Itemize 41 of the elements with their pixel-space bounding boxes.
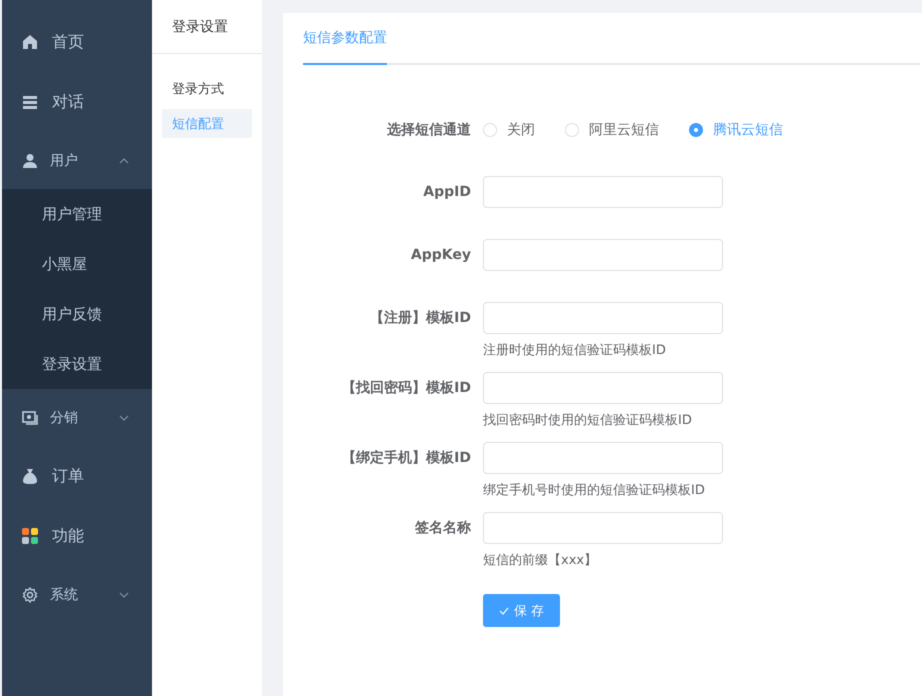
user-icon [22,152,38,168]
submenu-item[interactable]: 用户反馈 [2,289,152,339]
nav-title: 登录设置 [152,0,262,54]
settings-icon [22,586,38,602]
home-icon [22,34,38,50]
submenu-item[interactable]: 登录设置 [2,339,152,389]
input-field[interactable] [483,372,723,404]
help-text: 短信的前缀【xxx】 [483,552,598,570]
submenu-item[interactable]: 小黑屋 [2,239,152,289]
field-label: 【找回密码】模板ID [341,378,472,398]
sidebar-item[interactable]: 订单 [2,446,152,506]
input-field[interactable] [483,512,723,544]
help-text: 注册时使用的短信验证码模板ID [483,342,667,360]
money-bag-icon [22,468,38,484]
field-label: AppID [422,183,472,202]
check-icon [498,606,509,614]
input-field[interactable] [483,442,723,474]
field-label: 【注册】模板ID [369,308,472,328]
input-field[interactable] [483,302,723,334]
field-label: 选择短信通道 [386,121,472,140]
input-field[interactable] [483,239,723,271]
sidebar-item[interactable]: 功能 [2,506,152,566]
radio-option[interactable]: 关闭 [483,121,535,139]
sidebar-item[interactable]: 首页 [2,12,152,72]
nav-item[interactable]: 登录方式 [162,74,252,103]
radio-option[interactable]: 阿里云短信 [565,121,659,139]
field-label: AppKey [410,246,472,265]
sidebar-item[interactable]: 系统 [2,566,152,623]
sidebar-item[interactable]: 对话 [2,72,152,132]
apps-icon [22,528,38,544]
field-label: 【绑定手机】模板ID [341,448,472,468]
radio-icon[interactable] [689,123,703,137]
photo-frame-icon [22,410,38,426]
help-text: 绑定手机号时使用的短信验证码模板ID [483,482,706,500]
input-field[interactable] [483,176,723,208]
sidebar-item[interactable]: 用户 [2,132,152,189]
help-text: 找回密码时使用的短信验证码模板ID [483,412,693,430]
sidebar-item[interactable]: 分销 [2,389,152,446]
menu-icon [22,95,38,109]
submenu-item[interactable]: 用户管理 [2,189,152,239]
field-label: 签名名称 [414,519,472,538]
